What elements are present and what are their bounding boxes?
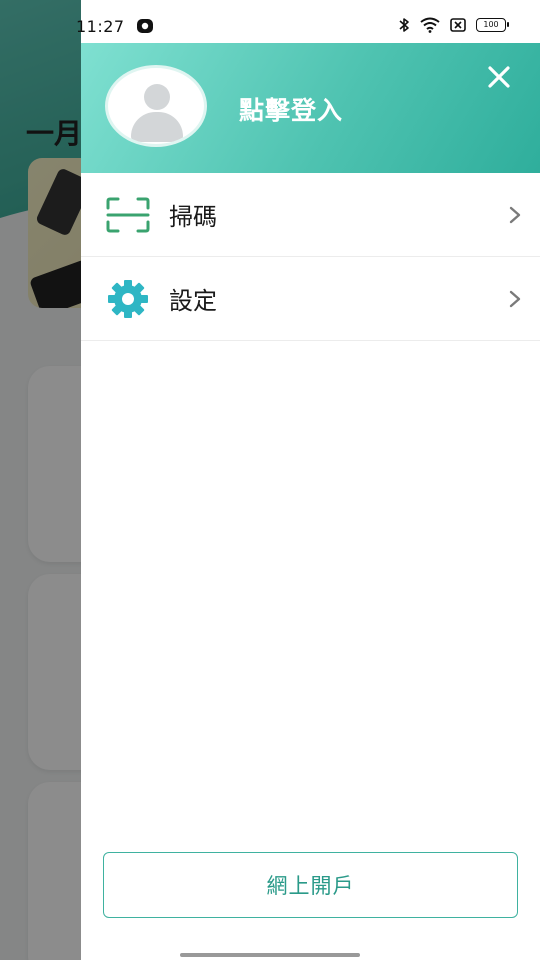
battery-level: 100 <box>483 20 499 29</box>
wifi-icon <box>420 17 440 33</box>
notification-icon <box>137 19 153 33</box>
menu-item-scan[interactable]: 掃碼 <box>81 173 540 257</box>
close-icon <box>488 66 510 88</box>
home-indicator[interactable] <box>180 953 360 957</box>
bluetooth-icon <box>399 18 409 32</box>
menu-item-label: 設定 <box>169 287 217 315</box>
status-bar: 11:27 100 <box>0 0 540 44</box>
avatar[interactable] <box>105 65 207 147</box>
navigation-drawer: 點擊登入 掃碼 設定 網上開戶 <box>81 0 540 960</box>
avatar-head-shape <box>144 84 170 110</box>
chevron-right-icon <box>509 206 521 223</box>
chevron-right-icon <box>509 290 521 307</box>
menu-item-label: 掃碼 <box>169 203 217 231</box>
battery-icon: 100 <box>476 18 509 32</box>
status-time: 11:27 <box>76 17 125 36</box>
status-icons: 100 <box>398 17 509 33</box>
close-button[interactable] <box>481 59 517 95</box>
login-link[interactable]: 點擊登入 <box>239 91 343 127</box>
scan-icon <box>105 195 151 235</box>
sim-disabled-icon <box>450 18 466 32</box>
gear-icon <box>105 279 151 319</box>
avatar-body-shape <box>131 112 183 142</box>
open-account-button[interactable]: 網上開戶 <box>103 852 518 918</box>
drawer-header: 點擊登入 <box>81 43 540 173</box>
menu-item-settings[interactable]: 設定 <box>81 257 540 341</box>
